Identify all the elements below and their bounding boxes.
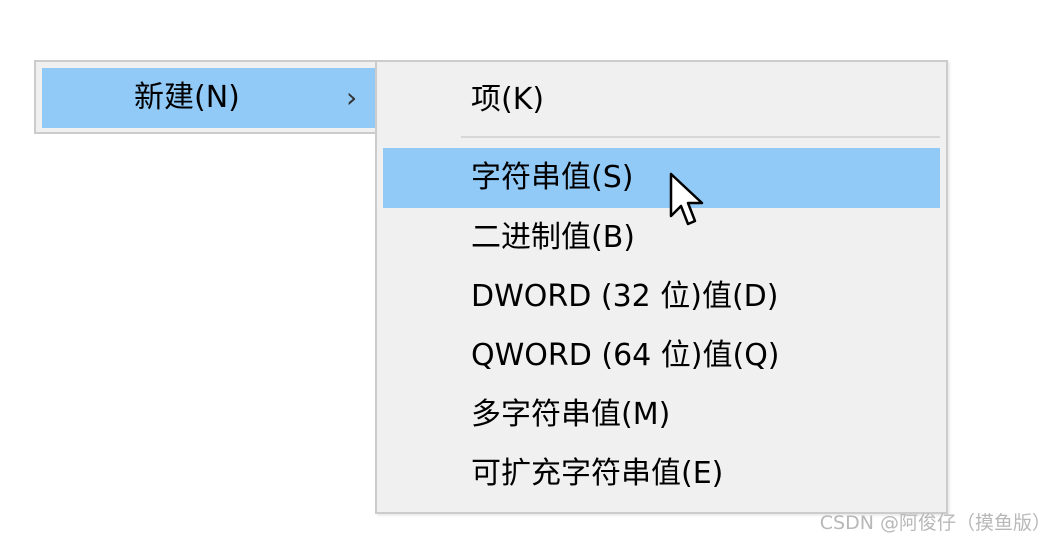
parent-context-menu: 新建(N) › — [34, 60, 379, 134]
submenu-item-key[interactable]: 项(K) — [383, 70, 940, 130]
submenu-item-label: 字符串值(S) — [471, 160, 634, 195]
submenu-item-string-value[interactable]: 字符串值(S) — [383, 148, 940, 208]
watermark: CSDN @阿俊仔（摸鱼版） — [819, 512, 1051, 534]
submenu-item-multi-string-value[interactable]: 多字符串值(M) — [383, 385, 940, 445]
menu-separator — [461, 136, 940, 138]
submenu-item-label: DWORD (32 位)值(D) — [471, 279, 779, 314]
submenu-item-label: 项(K) — [471, 82, 545, 117]
submenu-item-dword-value[interactable]: DWORD (32 位)值(D) — [383, 267, 940, 327]
submenu-item-binary-value[interactable]: 二进制值(B) — [383, 208, 940, 268]
submenu-item-label: 可扩充字符串值(E) — [471, 456, 724, 491]
submenu-item-qword-value[interactable]: QWORD (64 位)值(Q) — [383, 326, 940, 386]
mouse-pointer-icon — [669, 172, 704, 226]
submenu-item-label: QWORD (64 位)值(Q) — [471, 338, 780, 373]
submenu-item-label: 多字符串值(M) — [471, 397, 671, 432]
submenu-item-expandable-string-value[interactable]: 可扩充字符串值(E) — [383, 444, 940, 504]
chevron-right-icon: › — [346, 81, 358, 114]
submenu-item-label: 二进制值(B) — [471, 220, 635, 255]
new-submenu: 项(K) 字符串值(S) 二进制值(B) DWORD (32 位)值(D) QW… — [375, 60, 948, 514]
menu-item-new-label: 新建(N) — [134, 80, 240, 115]
menu-item-new[interactable]: 新建(N) › — [42, 68, 379, 128]
